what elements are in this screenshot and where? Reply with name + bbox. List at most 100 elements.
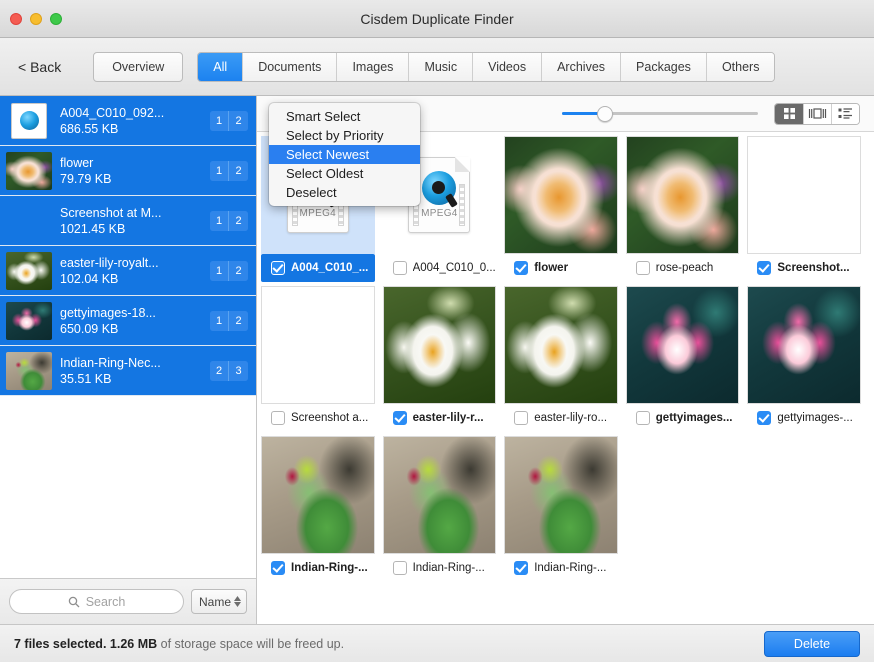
thumbnail-cell[interactable]: gettyimages... xyxy=(622,282,744,432)
cell-thumbnail[interactable] xyxy=(504,136,618,254)
group-name: easter-lily-royalt... xyxy=(60,255,159,270)
cell-thumbnail[interactable] xyxy=(261,436,375,554)
thumbnail-cell[interactable]: Indian-Ring-... xyxy=(500,432,622,582)
thumbnail-cell[interactable]: gettyimages-... xyxy=(743,282,865,432)
file-checkbox[interactable] xyxy=(514,261,529,275)
search-input[interactable]: Search xyxy=(9,589,184,614)
delete-button[interactable]: Delete xyxy=(764,630,860,657)
duplicate-group-row[interactable]: easter-lily-royalt... 102.04 KB 1 2 xyxy=(0,246,256,296)
tab-others[interactable]: Others xyxy=(705,52,775,81)
file-checkbox[interactable] xyxy=(271,261,285,275)
thumbnail-cell[interactable]: easter-lily-r... xyxy=(379,282,501,432)
photo-thumbnail-parrot xyxy=(505,437,617,553)
photo-thumbnail-rose xyxy=(626,137,739,253)
duplicate-group-row[interactable]: gettyimages-18... 650.09 KB 1 2 xyxy=(0,296,256,346)
thumbnail-cell[interactable]: easter-lily-ro... xyxy=(500,282,622,432)
thumbnail-cell[interactable]: flower xyxy=(500,132,622,282)
menu-item-deselect[interactable]: Deselect xyxy=(269,183,420,202)
status-message: 7 files selected. 1.26 MB of storage spa… xyxy=(14,637,344,651)
sidebar-footer: Search Name xyxy=(0,578,256,624)
file-checkbox[interactable] xyxy=(514,561,529,575)
menu-item-select-by-priority[interactable]: Select by Priority xyxy=(269,126,420,145)
title-bar: Cisdem Duplicate Finder xyxy=(0,0,874,38)
view-mode-switcher xyxy=(774,102,860,125)
photo-thumbnail-lily xyxy=(383,287,496,403)
grid-view-button[interactable] xyxy=(775,103,803,124)
cell-label-bar: Indian-Ring-... xyxy=(383,554,497,582)
list-icon xyxy=(838,108,852,119)
badge-selected-count: 1 xyxy=(210,110,229,131)
group-thumbnail xyxy=(6,351,52,390)
group-thumbnail xyxy=(6,251,52,290)
file-checkbox[interactable] xyxy=(757,261,772,275)
list-view-button[interactable] xyxy=(831,103,859,124)
cell-label-bar: flower xyxy=(504,254,618,282)
file-checkbox[interactable] xyxy=(757,411,772,425)
thumbnail-cell[interactable]: Indian-Ring-... xyxy=(257,432,379,582)
thumbnail-cell[interactable]: Screenshot a... xyxy=(257,282,379,432)
content-area: A004_C010_092... 686.55 KB 1 2 flower 79.79 K… xyxy=(0,96,874,624)
file-checkbox[interactable] xyxy=(271,411,285,425)
menu-item-select-oldest[interactable]: Select Oldest xyxy=(269,164,420,183)
cell-thumbnail[interactable] xyxy=(747,286,861,404)
cell-thumbnail[interactable] xyxy=(382,436,497,554)
duplicate-group-row[interactable]: flower 79.79 KB 1 2 xyxy=(0,146,256,196)
cell-thumbnail[interactable] xyxy=(504,286,618,404)
search-icon xyxy=(68,596,80,607)
cell-thumbnail[interactable] xyxy=(261,286,375,404)
file-checkbox[interactable] xyxy=(392,261,407,275)
group-size: 686.55 KB xyxy=(60,121,119,136)
group-count-badge: 12 xyxy=(210,210,248,231)
sort-dropdown[interactable]: Name xyxy=(190,589,247,614)
file-checkbox[interactable] xyxy=(514,411,529,425)
tab-all[interactable]: All xyxy=(198,52,243,81)
tab-documents[interactable]: Documents xyxy=(242,52,337,81)
badge-total-count: 2 xyxy=(229,110,248,131)
file-checkbox[interactable] xyxy=(635,261,650,275)
thumbnail-cell[interactable]: Indian-Ring-... xyxy=(379,432,501,582)
duplicate-group-row[interactable]: A004_C010_092... 686.55 KB 1 2 xyxy=(0,96,256,146)
file-checkbox[interactable] xyxy=(392,411,407,425)
cell-thumbnail[interactable] xyxy=(382,286,497,404)
photo-thumbnail-lily xyxy=(505,287,617,403)
group-thumbnail xyxy=(6,151,52,190)
back-button[interactable]: < Back xyxy=(18,59,61,75)
photo-thumbnail-lotus xyxy=(748,287,860,403)
cell-label-bar: Screenshot... xyxy=(747,254,861,282)
thumbnail-cell[interactable]: rose-peach xyxy=(622,132,744,282)
duplicate-group-row[interactable]: Indian-Ring-Nec... 35.51 KB 2 3 xyxy=(0,346,256,396)
tab-music[interactable]: Music xyxy=(408,52,473,81)
tab-archives[interactable]: Archives xyxy=(541,52,621,81)
photo-thumbnail-lotus xyxy=(6,301,52,340)
file-name: rose-peach xyxy=(655,262,714,274)
status-size: 1.26 MB xyxy=(109,636,158,651)
slider-knob[interactable] xyxy=(597,105,614,122)
file-checkbox[interactable] xyxy=(392,561,407,575)
group-size: 102.04 KB xyxy=(60,271,119,286)
photo-thumbnail-man xyxy=(6,202,52,240)
sort-label: Name xyxy=(198,594,231,609)
coverflow-view-button[interactable] xyxy=(803,103,831,124)
tab-images[interactable]: Images xyxy=(336,52,409,81)
cell-label-bar: A004_C010_... xyxy=(261,254,375,282)
menu-item-smart-select[interactable]: Smart Select xyxy=(269,107,420,126)
group-meta: flower 79.79 KB xyxy=(60,156,202,186)
photo-thumbnail-parrot xyxy=(6,351,52,390)
menu-item-select-newest[interactable]: Select Newest xyxy=(269,145,420,164)
file-checkbox[interactable] xyxy=(271,561,285,575)
thumbnail-row: Indian-Ring-... Indian-Ring-... Indian-Rin… xyxy=(257,432,874,582)
duplicate-group-list[interactable]: A004_C010_092... 686.55 KB 1 2 flower 79.79 K… xyxy=(0,96,256,578)
tab-videos[interactable]: Videos xyxy=(472,52,542,81)
cell-thumbnail[interactable] xyxy=(504,436,618,554)
sidebar: A004_C010_092... 686.55 KB 1 2 flower 79.79 K… xyxy=(0,96,257,624)
cell-thumbnail[interactable] xyxy=(625,286,740,404)
thumbnail-cell[interactable]: Screenshot... xyxy=(743,132,865,282)
tab-packages[interactable]: Packages xyxy=(620,52,706,81)
thumbnail-size-slider[interactable] xyxy=(562,105,758,123)
select-context-menu[interactable]: Smart Select Select by Priority Select New… xyxy=(269,103,420,206)
overview-button[interactable]: Overview xyxy=(93,51,184,82)
duplicate-group-row[interactable]: Screenshot at M... 1021.45 KB 1 2 xyxy=(0,196,256,246)
file-checkbox[interactable] xyxy=(635,411,650,425)
cell-thumbnail[interactable] xyxy=(747,136,861,254)
cell-thumbnail[interactable] xyxy=(625,136,740,254)
